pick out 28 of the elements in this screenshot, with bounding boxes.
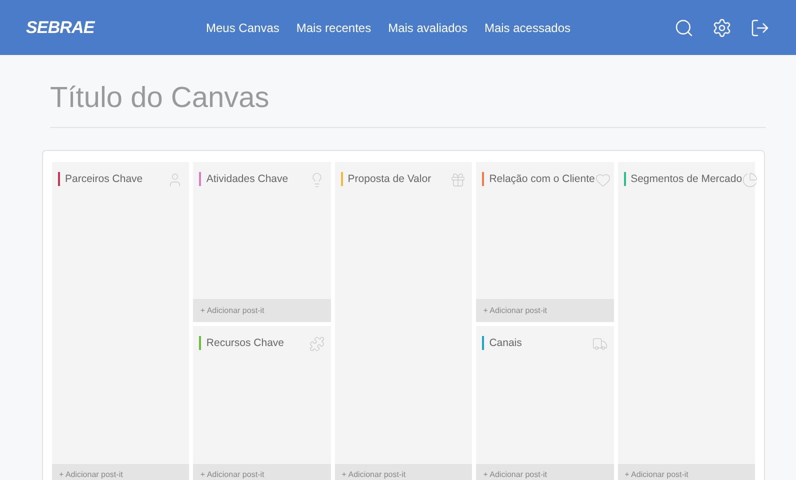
logout-icon[interactable] <box>750 18 770 38</box>
page-title: Título do Canvas <box>50 77 766 128</box>
add-post-it-button[interactable]: + Adicionar post-it <box>476 299 614 322</box>
block-title: Atividades Chave <box>206 172 288 186</box>
nav-link[interactable]: Mais avaliados <box>388 18 468 36</box>
add-post-it-button[interactable]: + Adicionar post-it <box>476 464 614 480</box>
settings-icon[interactable] <box>712 18 732 38</box>
truck-icon <box>592 336 608 352</box>
nav-link[interactable]: Mais recentes <box>296 18 372 36</box>
block-title: Relação com o Cliente <box>489 172 595 186</box>
add-post-it-button[interactable]: + Adicionar post-it <box>193 299 331 322</box>
add-post-it-button[interactable]: + Adicionar post-it <box>193 464 331 480</box>
block-title: Canais <box>489 336 522 350</box>
block-title: Recursos Chave <box>206 336 284 350</box>
gift-icon <box>450 172 466 188</box>
search-icon[interactable] <box>674 18 694 38</box>
add-post-it-button[interactable]: + Adicionar post-it <box>618 464 755 480</box>
block-title: Proposta de Valor <box>348 172 432 186</box>
add-post-it-button[interactable]: + Adicionar post-it <box>52 464 190 480</box>
puzzle-icon <box>308 336 325 352</box>
add-post-it-button[interactable]: + Adicionar post-it <box>334 464 472 480</box>
nav-link[interactable]: Mais acessados <box>484 18 570 36</box>
heart-icon <box>594 172 611 188</box>
logo[interactable]: SEBRAE <box>26 14 206 40</box>
nav-link[interactable]: Meus Canvas <box>206 18 280 36</box>
block-title: Parceiros Chave <box>65 172 143 186</box>
pie-chart-icon <box>742 172 758 188</box>
block-title: Segmentos de Mercado <box>630 172 742 186</box>
